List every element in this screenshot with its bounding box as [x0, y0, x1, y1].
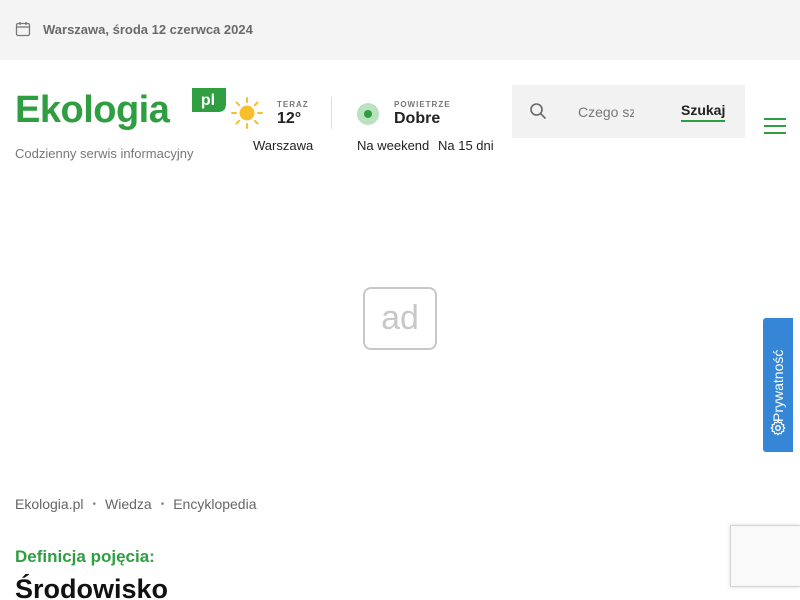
ad-label: ad [381, 299, 419, 337]
search-box: Szukaj [512, 85, 745, 138]
site-logo[interactable]: Ekologia pl [15, 86, 226, 134]
gear-icon [770, 420, 786, 436]
breadcrumb-separator: • [160, 499, 165, 510]
menu-icon[interactable] [764, 118, 786, 136]
top-bar: Warszawa, środa 12 czerwca 2024 [0, 0, 800, 60]
search-icon[interactable] [529, 102, 547, 120]
ad-placeholder: ad [363, 287, 437, 350]
search-button[interactable]: Szukaj [681, 102, 726, 122]
air-quality-value: Dobre [394, 110, 441, 127]
current-date: Warszawa, środa 12 czerwca 2024 [43, 22, 253, 37]
breadcrumb: Ekologia.pl • Wiedza • Encyklopedia [15, 496, 257, 512]
weather-now-label: TERAZ [277, 100, 309, 109]
calendar-icon [15, 22, 31, 37]
logo-suffix: pl [201, 92, 215, 109]
breadcrumb-wiedza[interactable]: Wiedza [105, 496, 152, 512]
page-title: Środowisko [15, 574, 169, 600]
air-label: POWIETRZE [394, 100, 451, 109]
logo-pl-badge: pl [192, 88, 226, 112]
site-tagline: Codzienny serwis informacyjny [15, 146, 194, 161]
weather-temperature: 12° [277, 110, 302, 127]
weather-city[interactable]: Warszawa [253, 138, 313, 153]
logo-text: Ekologia [15, 89, 170, 131]
forecast-weekend-link[interactable]: Na weekend [357, 138, 429, 153]
breadcrumb-encyklopedia[interactable]: Encyklopedia [173, 496, 256, 512]
definition-label: Definicja pojęcia: [15, 547, 155, 566]
forecast-15-days-link[interactable]: Na 15 dni [438, 138, 494, 153]
search-input[interactable] [578, 101, 634, 123]
sun-icon [231, 97, 263, 129]
breadcrumb-separator: • [92, 499, 97, 510]
air-quality-indicator [357, 103, 379, 125]
privacy-tab[interactable]: Prywatność [763, 318, 793, 452]
weather-divider [331, 97, 332, 129]
breadcrumb-home[interactable]: Ekologia.pl [15, 496, 84, 512]
recaptcha-badge[interactable] [730, 525, 800, 587]
